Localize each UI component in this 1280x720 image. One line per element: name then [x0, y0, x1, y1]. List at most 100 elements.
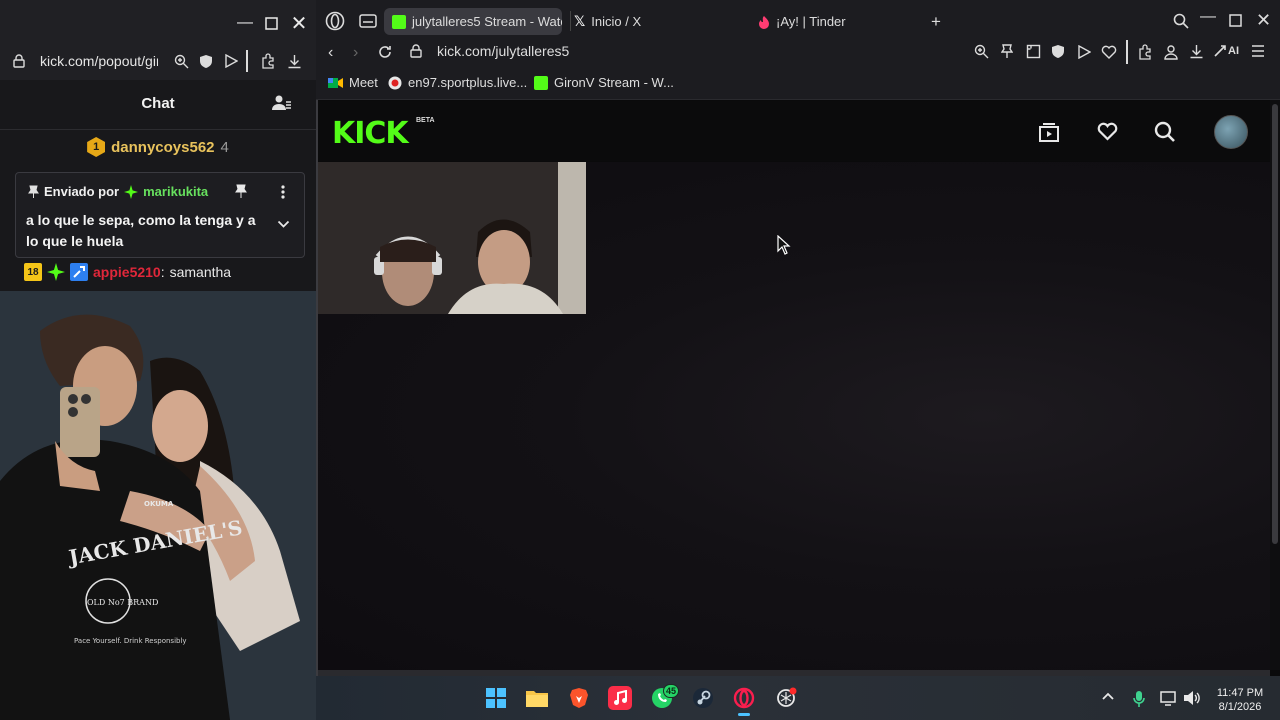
sparkle-badge-icon — [124, 184, 139, 199]
zoom-icon[interactable] — [172, 52, 190, 70]
couple-illustration: JACK DANIEL'S OLD No7 BRAND OKUMA Pace Y… — [0, 291, 316, 720]
extensions-icon[interactable] — [1137, 44, 1153, 60]
steam-icon[interactable] — [691, 686, 715, 710]
avatar[interactable] — [1214, 115, 1248, 149]
tinder-favicon-icon — [758, 15, 770, 29]
play-icon[interactable] — [1077, 45, 1091, 59]
whatsapp-badge: 45 — [663, 684, 680, 698]
back-icon[interactable]: ‹ — [328, 44, 333, 62]
search-tabs-icon[interactable] — [1173, 13, 1189, 29]
clock-time: 11:47 PM — [1216, 687, 1264, 699]
unpin-icon[interactable] — [235, 184, 247, 198]
pinned-label: Enviado por — [44, 184, 120, 199]
chat-username[interactable]: appie5210 — [93, 264, 161, 280]
kick-logo[interactable]: KICK — [332, 116, 409, 151]
age-badge: 18 — [24, 263, 42, 281]
brave-icon[interactable] — [567, 686, 591, 710]
pin-icon[interactable] — [1001, 44, 1013, 59]
address-bar[interactable]: kick.com/julytalleres5 — [437, 43, 569, 59]
rank-badge-icon: 1 — [87, 137, 106, 157]
tab-label: Inicio / X — [591, 14, 642, 29]
clock-date: 8/1/2026 — [1218, 701, 1262, 713]
new-tab-icon[interactable]: + — [931, 12, 941, 32]
subscriber-badge-icon — [70, 263, 88, 281]
bookmark-meet[interactable]: Meet — [328, 75, 378, 90]
pinned-header: Enviado por marikukita — [28, 184, 208, 199]
minimize-icon[interactable]: — — [234, 12, 256, 34]
pin-icon — [28, 185, 39, 198]
tab-julytalleres5[interactable]: julytalleres5 Stream - Watc — [384, 8, 562, 35]
leader-username[interactable]: dannycoys562 — [111, 139, 214, 156]
play-icon[interactable] — [222, 52, 240, 70]
file-explorer-icon[interactable] — [525, 686, 549, 710]
webcam-people — [318, 162, 586, 314]
tab-label: julytalleres5 Stream - Watc — [412, 14, 562, 29]
network-icon[interactable] — [1160, 690, 1178, 706]
aria-icon — [1213, 44, 1227, 58]
apple-music-icon[interactable] — [608, 686, 632, 710]
jacket-slogan-text: Pace Yourself. Drink Responsibly — [74, 637, 187, 645]
opera-menu-icon[interactable] — [325, 11, 345, 31]
microphone-icon[interactable] — [1133, 690, 1145, 708]
toolbar-divider — [1126, 40, 1128, 64]
search-icon[interactable] — [1154, 121, 1176, 143]
page-scrollbar-thumb[interactable] — [1272, 104, 1278, 544]
volume-icon[interactable] — [1183, 690, 1201, 706]
easy-setup-icon[interactable] — [1251, 45, 1265, 57]
forward-icon[interactable]: › — [353, 44, 358, 62]
pinned-username[interactable]: marikukita — [143, 184, 208, 199]
shield-icon[interactable] — [1051, 44, 1065, 59]
bookmark-label: Meet — [349, 75, 378, 90]
popout-url[interactable]: kick.com/popout/gir — [40, 53, 158, 69]
mouse-cursor-icon — [777, 235, 791, 255]
profile-icon[interactable] — [1163, 44, 1179, 60]
opera-gx-icon[interactable] — [732, 686, 756, 710]
chat-separator: : — [160, 264, 165, 280]
bookmark-label: en97.sportplus.live... — [408, 75, 528, 90]
jacket-sponsor-text: OKUMA — [144, 500, 174, 508]
minimize-icon[interactable]: — — [1200, 8, 1216, 26]
download-icon[interactable] — [285, 52, 303, 70]
tab-tinder[interactable]: ¡Ay! | Tinder — [750, 8, 928, 35]
reload-icon[interactable] — [377, 44, 393, 60]
x-logo-icon: 𝕏 — [574, 13, 586, 29]
shield-icon[interactable] — [197, 52, 215, 70]
more-options-icon[interactable] — [281, 185, 285, 199]
extensions-icon[interactable] — [259, 52, 277, 70]
ai-label: AI — [1228, 45, 1239, 57]
heart-icon[interactable] — [1101, 45, 1117, 59]
webcam-overlay — [318, 162, 586, 314]
active-app-indicator — [738, 713, 750, 716]
system-clock[interactable]: 11:47 PM 8/1/2026 — [1210, 686, 1270, 714]
snapshot-icon[interactable] — [1026, 44, 1041, 59]
windows-start-icon[interactable] — [484, 686, 508, 710]
kick-header — [318, 101, 1270, 161]
chevron-up-icon[interactable] — [1102, 692, 1114, 700]
download-icon[interactable] — [1189, 44, 1204, 59]
chevron-down-icon[interactable] — [277, 220, 290, 229]
chat-message: 18 appie5210: samantha — [24, 263, 231, 281]
close-icon[interactable]: ✕ — [288, 12, 310, 35]
chat-message-text: samantha — [169, 264, 232, 280]
chatgpt-icon[interactable] — [774, 686, 798, 710]
toolbar-divider — [246, 50, 248, 72]
users-icon[interactable] — [272, 94, 292, 112]
following-heart-icon[interactable] — [1097, 122, 1118, 141]
close-icon[interactable]: ✕ — [1256, 10, 1271, 31]
bookmark-sportplus[interactable]: en97.sportplus.live... — [388, 75, 527, 90]
pinned-message-text: a lo que le sepa, como la tenga y a lo q… — [26, 212, 256, 249]
tab-x-inicio[interactable]: 𝕏 Inicio / X — [566, 8, 744, 35]
maximize-icon[interactable] — [1229, 14, 1242, 27]
maximize-icon[interactable] — [260, 12, 282, 34]
bookmark-label: GironV Stream - W... — [554, 75, 674, 90]
lock-icon — [10, 52, 28, 70]
sportplus-favicon-icon — [388, 76, 402, 90]
browse-icon[interactable] — [1038, 121, 1060, 143]
wallpaper-photo: JACK DANIEL'S OLD No7 BRAND OKUMA Pace Y… — [0, 291, 316, 720]
zoom-icon[interactable] — [974, 44, 989, 59]
lock-icon — [410, 44, 422, 58]
ai-button[interactable]: AI — [1213, 44, 1239, 58]
bookmark-gironv[interactable]: GironV Stream - W... — [534, 75, 674, 90]
meet-favicon-icon — [328, 77, 343, 89]
tab-islands-icon[interactable] — [359, 13, 377, 29]
